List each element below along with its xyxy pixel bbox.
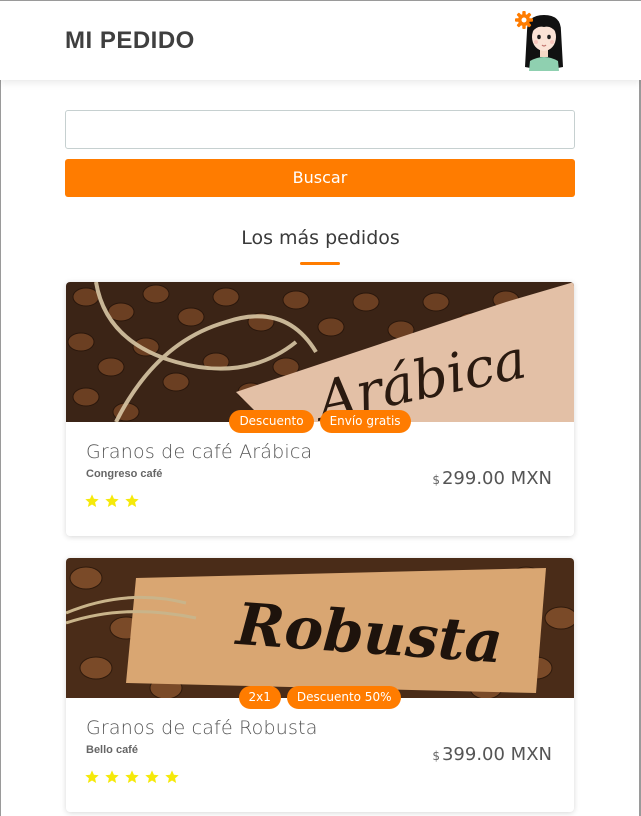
product-brand: Congreso café: [86, 468, 163, 480]
rating-stars: [84, 493, 140, 509]
search-input[interactable]: [65, 110, 575, 149]
star-icon: [105, 770, 119, 783]
product-name[interactable]: Granos de café Arábica: [86, 441, 312, 463]
star-icon: [125, 494, 139, 507]
search-button[interactable]: Buscar: [65, 159, 575, 197]
star-icon: [145, 770, 159, 783]
star-icon: [165, 770, 179, 783]
star-icon: [85, 770, 99, 783]
coffee-beans-image: Robusta: [66, 558, 574, 698]
star-icon: [125, 770, 139, 783]
badge-group: Descuento Envío gratis: [66, 410, 574, 433]
coffee-beans-image: Arábica: [66, 282, 574, 422]
badge-group: 2x1 Descuento 50%: [66, 686, 574, 709]
section-title: Los más pedidos: [241, 227, 400, 249]
currency-symbol: $: [432, 473, 440, 487]
price-value: 299.00 MXN: [441, 468, 552, 489]
product-name[interactable]: Granos de café Robusta: [86, 717, 318, 739]
discount-badge: Descuento 50%: [286, 686, 402, 709]
product-card[interactable]: Arábica Descuento Envío gratis Granos de…: [66, 282, 574, 536]
price-value: 399.00 MXN: [441, 744, 552, 765]
discount-badge: Descuento: [229, 410, 314, 433]
page-title: MI PEDIDO: [65, 27, 195, 54]
currency-symbol: $: [432, 749, 440, 763]
free-shipping-badge: Envío gratis: [319, 410, 411, 433]
app-header: MI PEDIDO: [0, 0, 641, 80]
product-image[interactable]: Arábica: [66, 282, 574, 422]
rating-stars: [84, 769, 180, 785]
product-price: $399.00 MXN: [432, 744, 552, 765]
promo-badge: 2x1: [238, 686, 281, 709]
user-avatar[interactable]: [513, 7, 571, 73]
product-price: $299.00 MXN: [432, 468, 552, 489]
star-icon: [105, 494, 119, 507]
product-image[interactable]: Robusta: [66, 558, 574, 698]
section-title-underline: [300, 262, 340, 265]
gear-icon[interactable]: [514, 10, 534, 30]
product-brand: Bello café: [86, 744, 138, 756]
product-card[interactable]: Robusta 2x1 Descuento 50% Granos de café…: [66, 558, 574, 812]
star-icon: [85, 494, 99, 507]
